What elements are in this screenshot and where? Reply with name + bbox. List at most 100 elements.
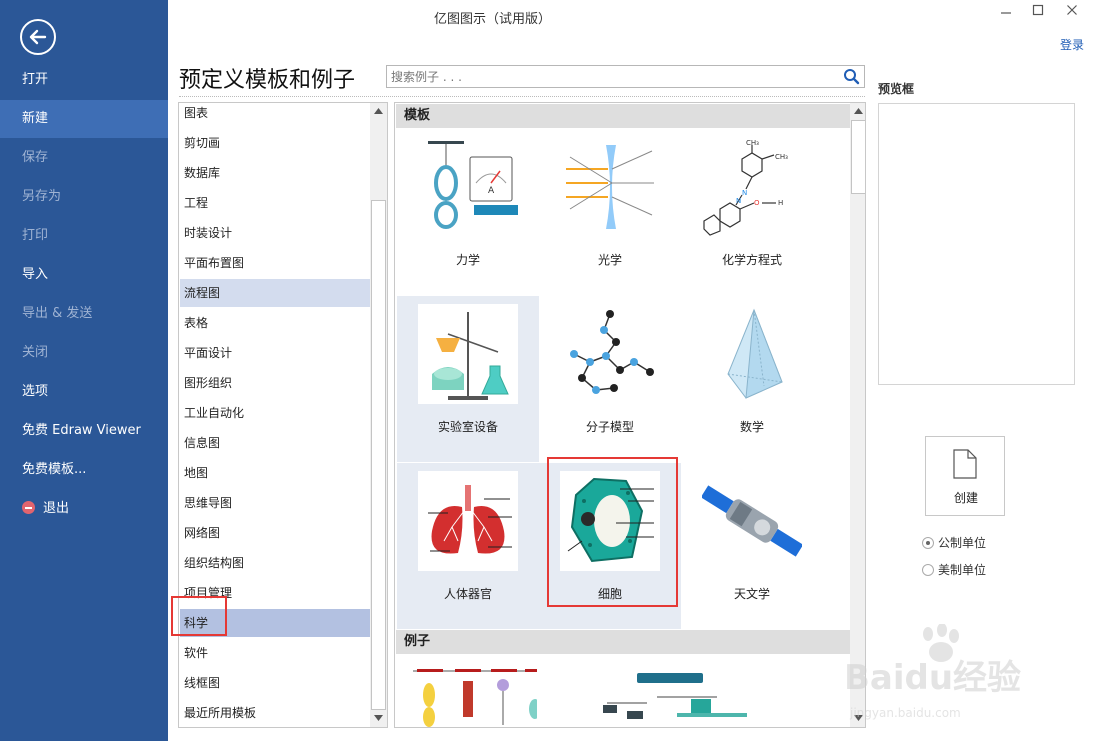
gallery-scroll-thumb[interactable] xyxy=(851,120,865,194)
sidebar-item-export-send[interactable]: 导出 & 发送 xyxy=(0,295,168,333)
template-tile-human-organs[interactable]: 人体器官 xyxy=(397,463,539,629)
svg-text:H: H xyxy=(778,199,783,207)
back-button[interactable] xyxy=(20,19,56,55)
svg-text:N: N xyxy=(736,197,741,205)
lab-equipment-thumbnail xyxy=(418,304,518,404)
category-item-science[interactable]: 科学 xyxy=(180,609,370,637)
sidebar-item-edraw-viewer[interactable]: 免费 Edraw Viewer xyxy=(0,412,168,450)
template-tile-lab-equipment[interactable]: 实验室设备 xyxy=(397,296,539,462)
cell-thumbnail xyxy=(560,471,660,571)
template-tile-math[interactable]: 数学 xyxy=(681,296,823,462)
astronomy-thumbnail xyxy=(702,485,802,557)
baidu-watermark: Baidu经验 jingyan.baidu.com xyxy=(832,624,1062,724)
search-box xyxy=(386,65,865,88)
minimize-icon xyxy=(1001,12,1011,14)
optics-thumbnail xyxy=(566,145,654,229)
category-item-engineering[interactable]: 工程 xyxy=(180,189,370,217)
category-scroll-thumb[interactable] xyxy=(371,200,386,710)
login-link[interactable]: 登录 xyxy=(1060,36,1084,53)
molecular-model-thumbnail xyxy=(570,310,654,394)
category-item-fashion[interactable]: 时装设计 xyxy=(180,219,370,247)
category-list: 图表 剪切画 数据库 工程 时装设计 平面布置图 流程图 表格 平面设计 图形组… xyxy=(178,102,388,728)
us-units-radio[interactable]: 美制单位 xyxy=(922,561,986,579)
category-item-chart[interactable]: 图表 xyxy=(180,103,370,127)
template-tile-astronomy[interactable]: 天文学 xyxy=(681,463,823,629)
category-item-map[interactable]: 地图 xyxy=(180,459,370,487)
example-tile-lab-setup[interactable] xyxy=(539,655,747,727)
scroll-up-button[interactable] xyxy=(370,103,387,120)
template-tile-cell[interactable]: 细胞 xyxy=(539,463,681,629)
category-item-software[interactable]: 软件 xyxy=(180,639,370,667)
category-item-recent-templates[interactable]: 最近所用模板 xyxy=(180,699,370,727)
maximize-icon xyxy=(1032,4,1044,16)
template-tile-molecular-model[interactable]: 分子模型 xyxy=(539,296,681,462)
close-window-button[interactable] xyxy=(1062,4,1082,20)
category-item-org-chart[interactable]: 组织结构图 xyxy=(180,549,370,577)
template-gallery: 模板 A 力学 光学 CH₃ CH₃ N N O H 化学方程式 实验室设备 分… xyxy=(394,102,866,728)
svg-text:N: N xyxy=(742,189,747,197)
mechanics-example-thumbnail xyxy=(413,669,537,727)
window-title: 亿图图示（试用版） xyxy=(434,12,552,27)
create-button[interactable]: 创建 xyxy=(925,436,1005,516)
sidebar-item-exit[interactable]: 退出 xyxy=(0,490,168,528)
scroll-down-button[interactable] xyxy=(370,710,387,727)
template-tile-mechanics[interactable]: A 力学 xyxy=(397,129,539,295)
sidebar-item-options[interactable]: 选项 xyxy=(0,373,168,411)
preview-label: 预览框 xyxy=(878,82,915,96)
search-input[interactable] xyxy=(387,66,837,87)
lab-setup-example-thumbnail xyxy=(603,673,747,719)
template-tile-chemical-equation[interactable]: CH₃ CH₃ N N O H 化学方程式 xyxy=(681,129,823,295)
maximize-button[interactable] xyxy=(1028,4,1048,20)
category-item-table[interactable]: 表格 xyxy=(180,309,370,337)
new-document-icon xyxy=(953,449,977,479)
chemical-equation-thumbnail: CH₃ CH₃ N N O H xyxy=(703,139,788,236)
category-scrollbar[interactable] xyxy=(370,103,387,727)
search-icon[interactable] xyxy=(843,68,860,85)
svg-text:A: A xyxy=(488,186,495,196)
sidebar-item-close[interactable]: 关闭 xyxy=(0,334,168,372)
metric-units-radio[interactable]: 公制单位 xyxy=(922,534,986,552)
svg-text:O: O xyxy=(754,199,760,207)
header-separator xyxy=(179,96,865,97)
preview-box xyxy=(878,103,1075,385)
category-item-clipart[interactable]: 剪切画 xyxy=(180,129,370,157)
category-item-project-management[interactable]: 项目管理 xyxy=(180,579,370,607)
human-organs-thumbnail xyxy=(418,471,518,571)
examples-section-header: 例子 xyxy=(396,630,850,654)
sidebar-item-new[interactable]: 新建 xyxy=(0,100,168,138)
sidebar-item-save[interactable]: 保存 xyxy=(0,139,168,177)
triangle-up-icon xyxy=(374,108,383,114)
math-thumbnail xyxy=(727,308,783,399)
example-tile-mechanics[interactable] xyxy=(397,655,539,727)
sidebar-item-free-templates[interactable]: 免费模板... xyxy=(0,451,168,489)
gallery-scroll-up-button[interactable] xyxy=(850,103,865,120)
category-item-database[interactable]: 数据库 xyxy=(180,159,370,187)
category-item-graphic-design[interactable]: 平面设计 xyxy=(180,339,370,367)
triangle-up-icon xyxy=(854,108,863,114)
sidebar-item-open[interactable]: 打开 xyxy=(0,61,168,99)
page-title: 预定义模板和例子 xyxy=(179,68,356,93)
category-item-mind-map[interactable]: 思维导图 xyxy=(180,489,370,517)
category-item-wireframe[interactable]: 线框图 xyxy=(180,669,370,697)
category-item-flowchart[interactable]: 流程图 xyxy=(180,279,370,307)
triangle-down-icon xyxy=(374,715,383,721)
minimize-button[interactable] xyxy=(996,4,1016,20)
radio-checked-icon xyxy=(922,537,934,549)
sidebar-item-import[interactable]: 导入 xyxy=(0,256,168,294)
back-arrow-icon xyxy=(29,29,47,45)
template-tile-optics[interactable]: 光学 xyxy=(539,129,681,295)
exit-icon xyxy=(22,501,35,514)
category-item-graphic-organizer[interactable]: 图形组织 xyxy=(180,369,370,397)
svg-text:CH₃: CH₃ xyxy=(746,139,759,147)
svg-text:CH₃: CH₃ xyxy=(775,153,788,161)
category-item-infographic[interactable]: 信息图 xyxy=(180,429,370,457)
mechanics-thumbnail: A xyxy=(428,141,518,229)
sidebar-item-print[interactable]: 打印 xyxy=(0,217,168,255)
category-item-network[interactable]: 网络图 xyxy=(180,519,370,547)
sidebar-item-save-as[interactable]: 另存为 xyxy=(0,178,168,216)
backstage-sidebar: 打开 新建 保存 另存为 打印 导入 导出 & 发送 关闭 选项 免费 Edra… xyxy=(0,0,168,741)
radio-unchecked-icon xyxy=(922,564,934,576)
category-item-floor-plan[interactable]: 平面布置图 xyxy=(180,249,370,277)
templates-section-header: 模板 xyxy=(396,104,850,128)
category-item-industrial-automation[interactable]: 工业自动化 xyxy=(180,399,370,427)
